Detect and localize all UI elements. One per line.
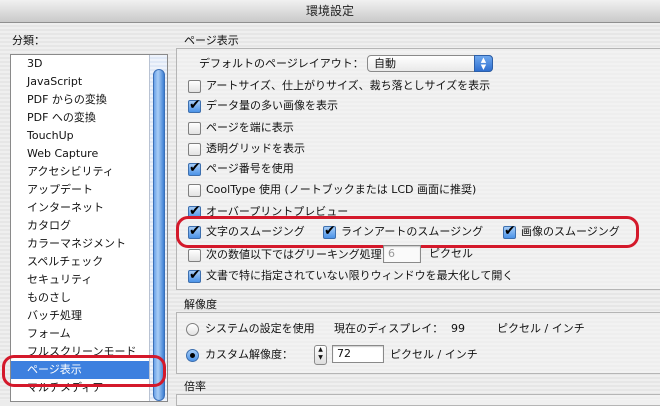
custom-resolution-unit: ピクセル / インチ [390,348,478,361]
highlight-ring-selected-category [2,355,166,387]
window-title: 環境設定 [0,0,660,23]
radio-label: カスタム解像度： [205,348,293,361]
magnification-group [176,394,660,406]
current-display-unit: ピクセル / インチ [497,322,585,335]
category-item[interactable]: インターネット [27,199,104,217]
category-item[interactable]: アップデート [27,181,93,199]
resolution-stepper[interactable]: ▲ ▼ [314,345,327,365]
default-layout-select[interactable]: 自動 ▲ ▼ [367,55,493,72]
checkbox[interactable] [188,159,201,177]
category-item[interactable]: カタログ [27,217,71,235]
option-label: アートサイズ、仕上がりサイズ、裁ち落としサイズを表示 [206,79,491,92]
highlight-ring-smoothing-options [176,216,639,248]
checkbox[interactable] [188,266,201,284]
category-item[interactable]: Web Capture [27,145,98,163]
option-label: 次の数値以下ではグリーキング処理： [206,248,393,261]
current-display-label: 現在のディスプレイ： [334,322,444,335]
category-item[interactable]: PDF からの変換 [27,91,107,109]
category-scrollbar[interactable] [149,55,167,401]
category-item[interactable]: PDF への変換 [27,109,96,127]
radio-button[interactable] [186,348,199,362]
checkbox[interactable] [188,142,201,156]
checkbox[interactable] [188,79,201,93]
current-display-value: 99 [451,322,465,335]
category-item[interactable]: 3D [27,55,42,73]
checkbox[interactable] [188,96,201,114]
category-item[interactable]: ものさし [27,289,71,307]
option-show-large-images[interactable]: データ量の多い画像を表示 [188,96,338,115]
radio-system-setting[interactable]: システムの設定を使用 [186,320,315,338]
checkbox[interactable] [188,183,201,197]
option-label: CoolType 使用 (ノートブックまたは LCD 画面に推奨) [206,183,477,196]
option-maximize-window[interactable]: 文書で特に指定されていない限りウィンドウを最大化して開く [188,266,514,285]
radio-custom-resolution[interactable]: カスタム解像度： [186,346,293,364]
checkbox[interactable] [188,248,201,262]
checkbox[interactable] [188,121,201,135]
greeking-value-field[interactable]: 6 [383,245,421,263]
category-list[interactable]: 3D JavaScript PDF からの変換 PDF への変換 TouchUp… [10,54,168,402]
custom-resolution-field[interactable]: 72 [332,345,384,363]
option-greeking[interactable]: 次の数値以下ではグリーキング処理： [188,246,393,264]
greeking-unit: ピクセル [429,247,473,260]
category-item[interactable]: アクセシビリティ [27,163,114,181]
category-label: 分類： [12,34,45,47]
option-page-to-edge[interactable]: ページを端に表示 [188,119,294,137]
option-cooltype[interactable]: CoolType 使用 (ノートブックまたは LCD 画面に推奨) [188,181,476,199]
option-label: ページを端に表示 [206,121,294,134]
category-item[interactable]: セキュリティ [27,271,92,289]
default-layout-value: 自動 [374,57,396,70]
category-item[interactable]: TouchUp [27,127,74,145]
radio-button[interactable] [186,322,199,336]
option-show-art-trim-bleed[interactable]: アートサイズ、仕上がりサイズ、裁ち落としサイズを表示 [188,77,490,95]
option-label: 透明グリッドを表示 [206,142,305,155]
default-layout-label: デフォルトのページレイアウト： [199,57,364,70]
radio-label: システムの設定を使用 [205,322,315,335]
category-item[interactable]: カラーマネジメント [27,235,126,253]
category-item[interactable]: バッチ処理 [27,307,82,325]
scrollbar-thumb[interactable] [153,69,165,401]
option-label: ページ番号を使用 [206,162,294,175]
category-item[interactable]: スペルチェック [27,253,103,271]
option-label: データ量の多い画像を表示 [206,99,338,112]
option-transparency-grid[interactable]: 透明グリッドを表示 [188,140,305,158]
category-item[interactable]: フォーム [27,325,71,343]
option-label: 文書で特に指定されていない限りウィンドウを最大化して開く [206,269,514,282]
popup-arrows-icon: ▲ ▼ [474,55,493,72]
option-page-numbers[interactable]: ページ番号を使用 [188,159,294,178]
category-item[interactable]: JavaScript [27,73,82,91]
